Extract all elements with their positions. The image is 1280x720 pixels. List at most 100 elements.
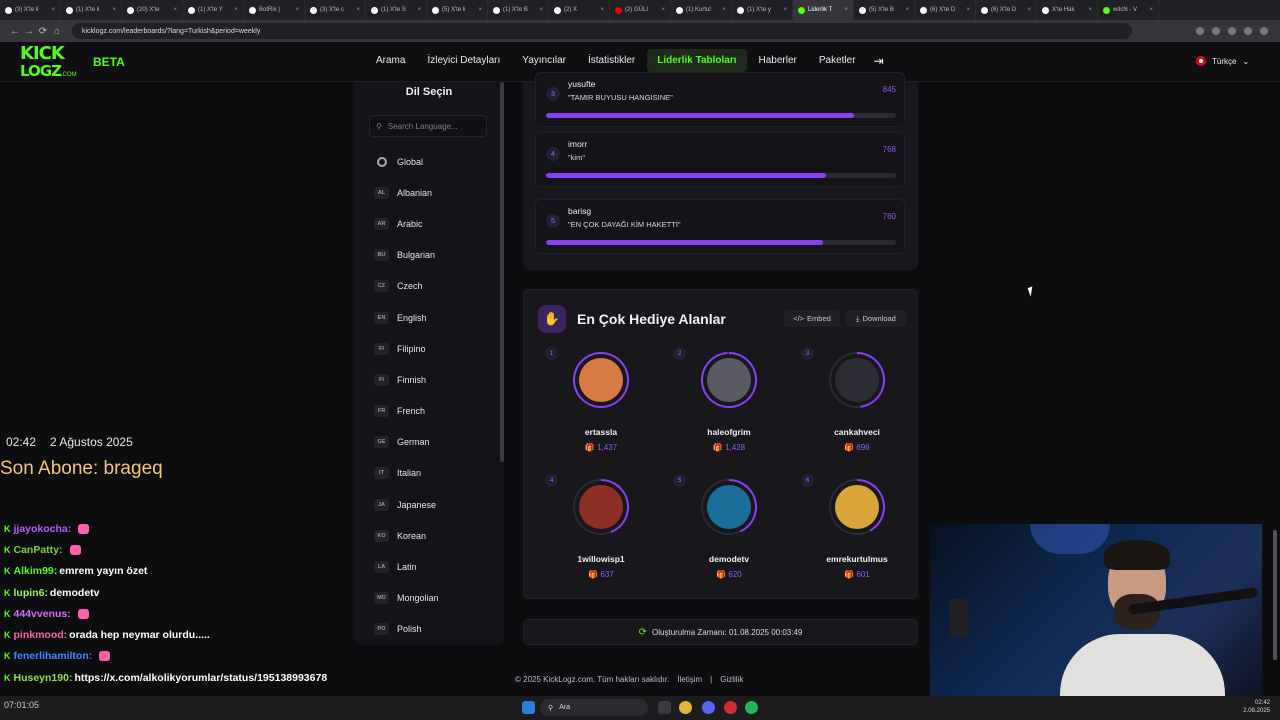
extension-icon[interactable] xyxy=(1228,27,1236,35)
browser-tab[interactable]: (1) X'te li × xyxy=(61,0,122,20)
browser-tab[interactable]: (3) X'te c × xyxy=(305,0,366,20)
sidebar-scrollbar[interactable] xyxy=(500,82,504,462)
close-tab-icon[interactable]: × xyxy=(1088,7,1092,13)
browser-tab[interactable]: (2) GÜLI × xyxy=(610,0,671,20)
language-item[interactable]: AL Albanian xyxy=(354,177,504,208)
gift-recipient-card[interactable]: 1 ertassla 🎁 1,437 xyxy=(531,347,659,462)
nav-link[interactable]: Paketler xyxy=(809,49,866,72)
forward-icon[interactable]: → xyxy=(22,26,36,37)
browser-tab[interactable]: (1) X'te y × xyxy=(732,0,793,20)
url-field[interactable]: kicklogz.com/leaderboards/?lang=Turkish&… xyxy=(72,23,1132,39)
browser-tab[interactable]: (5) X'te B × xyxy=(854,0,915,20)
progress-ring xyxy=(701,352,757,408)
language-search-input[interactable]: ⚲ Search Language... xyxy=(369,115,487,137)
language-item[interactable]: IT Italian xyxy=(354,458,504,489)
close-tab-icon[interactable]: × xyxy=(1149,7,1153,13)
reload-icon[interactable]: ⟳ xyxy=(36,26,50,37)
language-item[interactable]: PO Polish xyxy=(354,614,504,645)
contact-link[interactable]: İletişim xyxy=(677,675,702,684)
close-tab-icon[interactable]: × xyxy=(1027,7,1031,13)
language-item[interactable]: EN English xyxy=(354,302,504,333)
browser-tab[interactable]: BotRix | × xyxy=(244,0,305,20)
embed-button[interactable]: </> Embed xyxy=(784,310,840,327)
language-item[interactable]: AR Arabic xyxy=(354,208,504,239)
page-scrollbar[interactable] xyxy=(1273,530,1277,660)
nav-link[interactable]: Yayıncılar xyxy=(512,49,576,72)
close-tab-icon[interactable]: × xyxy=(600,7,604,13)
language-name: German xyxy=(397,437,430,448)
close-tab-icon[interactable]: × xyxy=(356,7,360,13)
gift-recipient-card[interactable]: 3 cankahveci 🎁 696 xyxy=(787,347,915,462)
close-tab-icon[interactable]: × xyxy=(417,7,421,13)
browser-tab[interactable]: Liderlik T × xyxy=(793,0,854,20)
browser-tab[interactable]: (1) Kurtul × xyxy=(671,0,732,20)
kicklogz-logo[interactable]: KICK LOGZ.COM xyxy=(20,45,84,79)
nav-link[interactable]: İstatistikler xyxy=(578,49,645,72)
chrome-icon[interactable] xyxy=(679,701,692,714)
close-tab-icon[interactable]: × xyxy=(661,7,665,13)
windows-start-icon[interactable] xyxy=(522,701,535,714)
discord-icon[interactable] xyxy=(702,701,715,714)
user-name[interactable]: imorr xyxy=(568,139,587,149)
language-item[interactable]: FI Finnish xyxy=(354,364,504,395)
language-item[interactable]: FR French xyxy=(354,396,504,427)
nav-link[interactable]: Haberler xyxy=(749,49,807,72)
login-icon[interactable]: ⇥ xyxy=(874,54,884,68)
nav-link[interactable]: Liderlik Tabloları xyxy=(647,49,747,72)
browser-tab[interactable]: (1) X'te S × xyxy=(366,0,427,20)
browser-tab[interactable]: (1) X'te B × xyxy=(488,0,549,20)
gift-recipient-card[interactable]: 5 demodetv 🎁 620 xyxy=(659,474,787,589)
language-item[interactable]: KO Korean xyxy=(354,520,504,551)
gift-recipient-card[interactable]: 2 haleofgrim 🎁 1,428 xyxy=(659,347,787,462)
spotify-icon[interactable] xyxy=(745,701,758,714)
gift-recipient-card[interactable]: 6 emrekurtulmus 🎁 601 xyxy=(787,474,915,589)
browser-tab[interactable]: (6) X'te D × xyxy=(976,0,1037,20)
language-item[interactable]: CZ Czech xyxy=(354,271,504,302)
close-tab-icon[interactable]: × xyxy=(112,7,116,13)
language-item[interactable]: MO Mongolian xyxy=(354,583,504,614)
user-name[interactable]: yusufte xyxy=(568,79,595,89)
home-icon[interactable]: ⌂ xyxy=(50,26,64,37)
browser-tab[interactable]: (3) X'te li × xyxy=(0,0,61,20)
browser-tab[interactable]: (6) X'te D × xyxy=(915,0,976,20)
close-tab-icon[interactable]: × xyxy=(478,7,482,13)
language-item[interactable]: BU Bulgarian xyxy=(354,240,504,271)
download-button[interactable]: ⤓ Download xyxy=(846,310,906,327)
gift-recipient-card[interactable]: 4 1willowisp1 🎁 637 xyxy=(531,474,659,589)
nav-link[interactable]: İzleyici Detayları xyxy=(417,49,510,72)
close-tab-icon[interactable]: × xyxy=(234,7,238,13)
user-name[interactable]: barisg xyxy=(568,206,591,216)
close-tab-icon[interactable]: × xyxy=(173,7,177,13)
browser-tab[interactable]: X'te Hak × xyxy=(1037,0,1098,20)
browser-tab[interactable]: (1) X'te Y × xyxy=(183,0,244,20)
browser-tab[interactable]: (5) X'te li × xyxy=(427,0,488,20)
close-tab-icon[interactable]: × xyxy=(722,7,726,13)
close-tab-icon[interactable]: × xyxy=(783,7,787,13)
language-selector[interactable]: Türkçe ⌄ xyxy=(1196,56,1249,66)
close-tab-icon[interactable]: × xyxy=(295,7,299,13)
language-item[interactable]: Global xyxy=(354,146,504,177)
language-item[interactable]: GE German xyxy=(354,427,504,458)
zoom-icon[interactable] xyxy=(1196,27,1204,35)
bookmark-star-icon[interactable] xyxy=(1212,27,1220,35)
language-item[interactable]: LA Latin xyxy=(354,551,504,582)
browser-tab[interactable]: witcN - V × xyxy=(1098,0,1159,20)
close-tab-icon[interactable]: × xyxy=(905,7,909,13)
extension-icon[interactable] xyxy=(1244,27,1252,35)
language-item[interactable]: FI Filipino xyxy=(354,333,504,364)
task-view-icon[interactable] xyxy=(658,701,671,714)
nav-link[interactable]: Arama xyxy=(366,49,415,72)
privacy-link[interactable]: Gizlilik xyxy=(720,675,743,684)
close-tab-icon[interactable]: × xyxy=(966,7,970,13)
browser-tab[interactable]: (20) X'te × xyxy=(122,0,183,20)
close-tab-icon[interactable]: × xyxy=(844,7,848,13)
language-item[interactable]: JA Japanese xyxy=(354,489,504,520)
close-tab-icon[interactable]: × xyxy=(51,7,55,13)
back-icon[interactable]: ← xyxy=(8,26,22,37)
webcam-feed xyxy=(930,524,1262,711)
profile-icon[interactable] xyxy=(1260,27,1268,35)
browser-tab[interactable]: (2) X × xyxy=(549,0,610,20)
taskbar-search[interactable]: ⚲ Ara xyxy=(540,699,648,716)
close-tab-icon[interactable]: × xyxy=(539,7,543,13)
obs-icon[interactable] xyxy=(724,701,737,714)
